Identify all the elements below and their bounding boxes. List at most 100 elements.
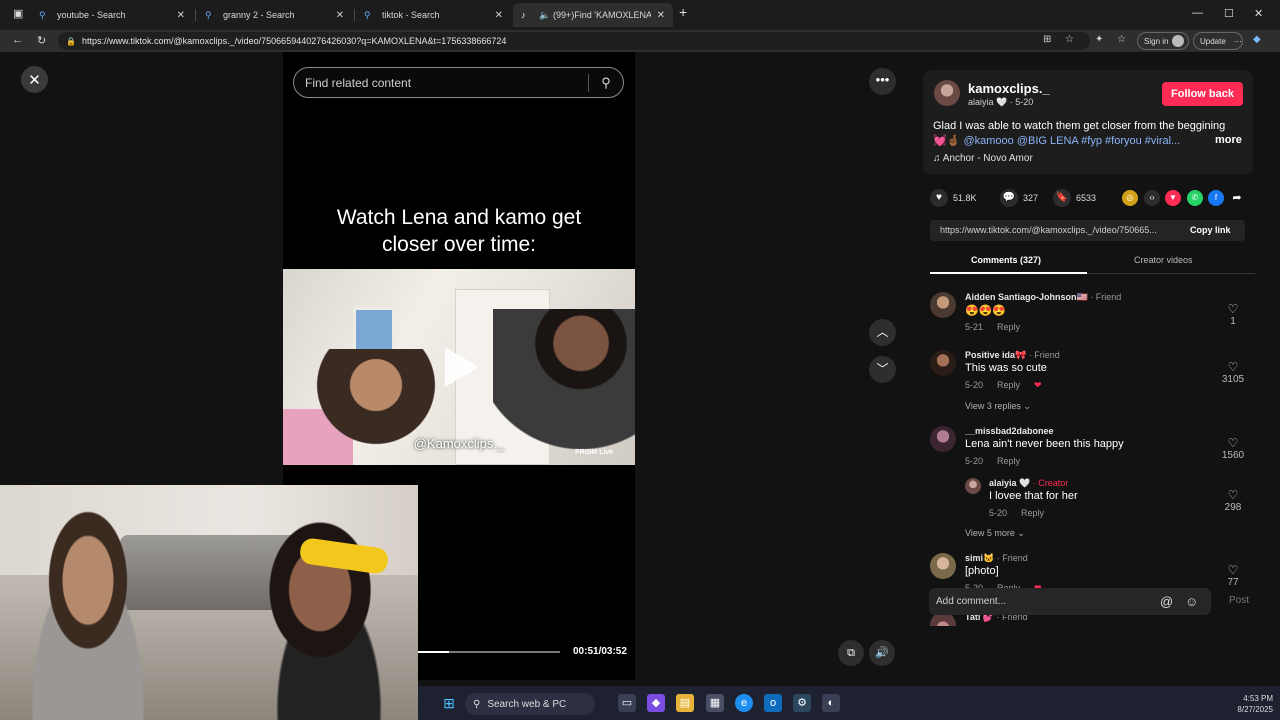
follow-back-button[interactable]: Follow back — [1162, 82, 1243, 106]
minimize-icon[interactable]: — — [1192, 7, 1203, 19]
music-info[interactable]: ♫ Anchor - Novo Amor — [933, 153, 1033, 164]
commenter-name[interactable]: __missbad2dabonee — [965, 426, 1054, 436]
file-explorer-icon[interactable]: ▤ — [676, 694, 694, 712]
browser-tab-youtube[interactable]: ⚲ youtube - Search ✕ — [31, 3, 193, 27]
close-icon[interactable]: ✕ — [336, 10, 344, 21]
address-bar[interactable]: 🔒 https://www.tiktok.com/@kamoxclips._/v… — [58, 32, 1090, 50]
comment-like-button[interactable]: ♡ 1 — [1218, 302, 1248, 327]
search-icon[interactable]: ⚲ — [589, 75, 623, 91]
next-video-button[interactable]: ﹀ — [869, 356, 896, 383]
speaker-icon[interactable]: 🔈 — [539, 10, 550, 21]
mention-icon[interactable]: @ — [1160, 594, 1173, 609]
window-close-icon[interactable]: ✕ — [1254, 7, 1263, 20]
windows-start-icon[interactable]: ⊞ — [440, 694, 458, 712]
taskbar-clock[interactable]: 4:53 PM 8/27/2025 — [1223, 693, 1273, 715]
gift-icon[interactable]: ◎ — [1122, 190, 1138, 206]
favorites-icon[interactable]: ☆ — [1117, 34, 1126, 45]
comment-like-button[interactable]: ♡ 77 — [1218, 563, 1248, 588]
browser-tab-active[interactable]: ♪ 🔈 (99+)Find 'KAMOXLENA' on ✕ — [513, 3, 673, 27]
store-icon[interactable]: ▦ — [706, 694, 724, 712]
tab-creator-videos[interactable]: Creator videos — [1134, 255, 1193, 265]
app-available-icon[interactable]: ⊞ — [1043, 34, 1051, 45]
browser-tab-granny[interactable]: ⚲ granny 2 - Search ✕ — [197, 3, 352, 27]
video-hashtags[interactable]: 💓🤞🏾 @kamooo @BIG LENA #fyp #foryou #vira… — [933, 134, 1180, 147]
comment-like-button[interactable]: ♡ 3105 — [1218, 360, 1248, 385]
close-icon[interactable]: ✕ — [177, 10, 185, 21]
close-icon[interactable]: ✕ — [495, 10, 503, 21]
author-avatar[interactable] — [934, 80, 960, 106]
view-more-replies-button[interactable]: View 5 more ⌄ — [965, 528, 1025, 539]
commenter-name[interactable]: alaiyia 🤍 · Creator — [989, 478, 1068, 489]
copilot-app-icon[interactable]: ◆ — [647, 694, 665, 712]
like-button[interactable]: ♥ 51.8K — [930, 189, 977, 207]
friend-tag: · Friend — [996, 553, 1028, 563]
send-icon[interactable]: ▼ — [1165, 190, 1181, 206]
new-tab-icon[interactable]: + — [679, 4, 687, 20]
bookmark-icon: 🔖 — [1053, 189, 1071, 207]
volume-button[interactable]: 🔊 — [869, 640, 895, 666]
play-icon[interactable] — [445, 347, 479, 387]
task-view-icon[interactable]: ▭ — [618, 694, 636, 712]
refresh-icon[interactable]: ↻ — [37, 34, 46, 47]
close-icon: ✕ — [28, 71, 41, 89]
commenter-avatar[interactable] — [930, 553, 956, 579]
reply-button[interactable]: Reply — [997, 456, 1020, 466]
post-button[interactable]: Post — [1229, 595, 1249, 606]
comment-placeholder: Add comment... — [936, 596, 1007, 607]
update-button[interactable]: Update ⋯ — [1193, 32, 1243, 50]
copilot-icon[interactable]: ◆ — [1253, 34, 1261, 45]
save-button[interactable]: 🔖 6533 — [1053, 189, 1096, 207]
back-icon[interactable]: ← — [12, 34, 23, 46]
previous-video-button[interactable]: ︿ — [869, 319, 896, 346]
url-text[interactable]: https://www.tiktok.com/@kamoxclips._/vid… — [82, 36, 506, 46]
copy-link-button[interactable]: Copy link — [1190, 225, 1231, 235]
favorite-star-icon[interactable]: ☆ — [1065, 34, 1074, 45]
commenter-avatar[interactable] — [965, 478, 981, 494]
update-label: Update — [1200, 36, 1226, 46]
embed-icon[interactable]: ‹› — [1144, 190, 1160, 206]
app-icon[interactable]: ◐ — [822, 694, 840, 712]
commenter-name[interactable]: Positive ida🎀 · Friend — [965, 350, 1060, 361]
video-frame[interactable]: @Kamoxclips._ PRISM Live — [283, 269, 635, 465]
search-icon: ⚲ — [39, 9, 46, 20]
share-icon[interactable]: ➦ — [1229, 190, 1245, 206]
steam-icon[interactable]: ⚙ — [793, 694, 811, 712]
add-comment-input[interactable]: Add comment... @ ☺ — [929, 588, 1211, 615]
comment-like-button[interactable]: ♡ 298 — [1218, 488, 1248, 513]
taskbar-search[interactable]: ⚲ Search web & PC — [465, 693, 595, 715]
reply-button[interactable]: Reply — [997, 322, 1020, 332]
sign-in-button[interactable]: Sign in — [1137, 32, 1189, 50]
tab-actions-icon[interactable]: ▣ — [13, 7, 23, 20]
comment-text: 😍😍😍 — [965, 305, 1007, 317]
video-link[interactable]: https://www.tiktok.com/@kamoxclips._/vid… — [940, 225, 1157, 235]
more-link[interactable]: more — [1215, 134, 1242, 146]
video-progress-bar[interactable] — [418, 651, 560, 653]
browser-tab-tiktok-search[interactable]: ⚲ tiktok - Search ✕ — [356, 3, 511, 27]
view-replies-button[interactable]: View 3 replies ⌄ — [965, 401, 1031, 412]
hashtags-text[interactable]: @kamooo @BIG LENA #fyp #foryou #viral... — [963, 135, 1180, 147]
outlook-icon[interactable]: o — [764, 694, 782, 712]
comment-like-button[interactable]: ♡ 1560 — [1218, 436, 1248, 461]
floating-player-button[interactable]: ⧉ — [838, 640, 864, 666]
tab-comments[interactable]: Comments (327) — [971, 255, 1041, 265]
more-options-button[interactable]: ••• — [869, 68, 896, 95]
commenter-name[interactable]: Aidden Santiago-Johnson🇺🇸 · Friend — [965, 292, 1121, 303]
commenter-avatar[interactable] — [930, 426, 956, 452]
extensions-icon[interactable]: ✦ — [1095, 34, 1103, 45]
emoji-icon[interactable]: ☺ — [1185, 594, 1198, 609]
reply-button[interactable]: Reply — [997, 380, 1020, 390]
facebook-icon[interactable]: f — [1208, 190, 1224, 206]
comment-button[interactable]: 💬 327 — [1000, 189, 1038, 207]
commenter-name[interactable]: simi🐱 · Friend — [965, 553, 1028, 564]
author-name[interactable]: kamoxclips._ — [968, 81, 1050, 96]
close-video-button[interactable]: ✕ — [21, 66, 48, 93]
commenter-avatar[interactable] — [930, 350, 956, 376]
maximize-icon[interactable]: ☐ — [1224, 7, 1234, 20]
comment-text: Lena ain't never been this happy — [965, 438, 1124, 450]
close-icon[interactable]: ✕ — [657, 10, 665, 21]
commenter-avatar[interactable] — [930, 292, 956, 318]
reply-button[interactable]: Reply — [1021, 508, 1044, 518]
whatsapp-icon[interactable]: ✆ — [1187, 190, 1203, 206]
edge-icon[interactable]: e — [735, 694, 753, 712]
related-search-input[interactable]: Find related content ⚲ — [293, 67, 624, 98]
